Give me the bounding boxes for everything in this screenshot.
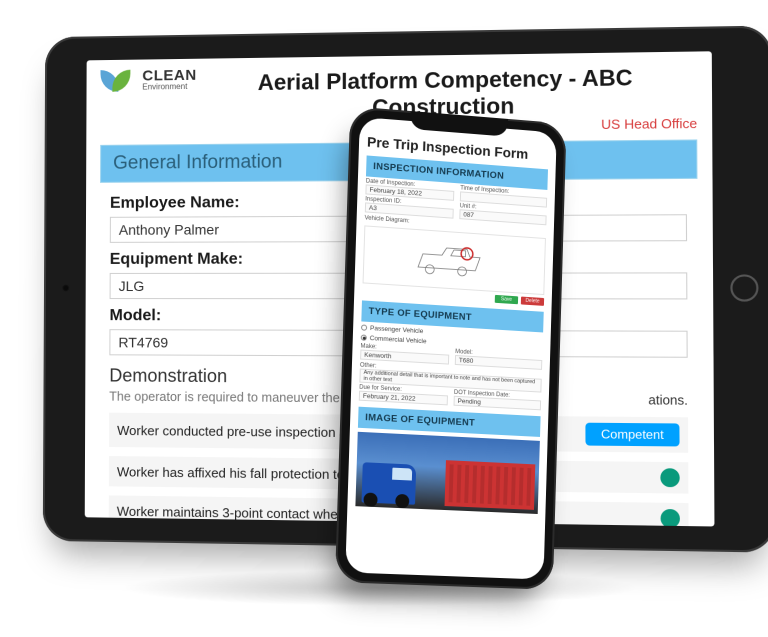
due-value: February 21, 2022 (363, 392, 416, 402)
phone-model-value: T680 (459, 357, 474, 365)
dot-value: Pending (457, 397, 480, 405)
shipping-container-icon (445, 460, 536, 510)
status-dot-icon (661, 509, 680, 527)
truck-diagram-icon (410, 235, 499, 287)
competent-pill[interactable]: Competent (585, 423, 679, 447)
model-value: RT4769 (118, 334, 168, 350)
phone-screen: Pre Trip Inspection Form INSPECTION INFO… (345, 117, 556, 580)
equipment-photo[interactable] (355, 432, 539, 514)
unit-value: 087 (463, 211, 474, 219)
status-dot-icon (660, 468, 679, 487)
logo-mark-icon (100, 70, 136, 92)
delete-button[interactable]: Delete (521, 297, 544, 306)
company-logo: CLEAN Environment (100, 69, 196, 92)
demonstration-desc-tail: ations. (648, 393, 688, 408)
logo-sub: Environment (142, 83, 196, 91)
tablet-home-button[interactable] (730, 274, 758, 301)
save-button[interactable]: Save (495, 295, 518, 304)
phone-device: Pre Trip Inspection Form INSPECTION INFO… (335, 106, 567, 590)
vehicle-diagram[interactable] (363, 225, 546, 295)
equipment-make-value: JLG (119, 278, 145, 294)
radio-passenger-label: Passenger Vehicle (370, 325, 423, 335)
make-value: Kenworth (364, 351, 391, 360)
inspection-id-value: A3 (369, 204, 377, 212)
employee-name-value: Anthony Palmer (119, 221, 219, 237)
tablet-camera (62, 284, 70, 292)
